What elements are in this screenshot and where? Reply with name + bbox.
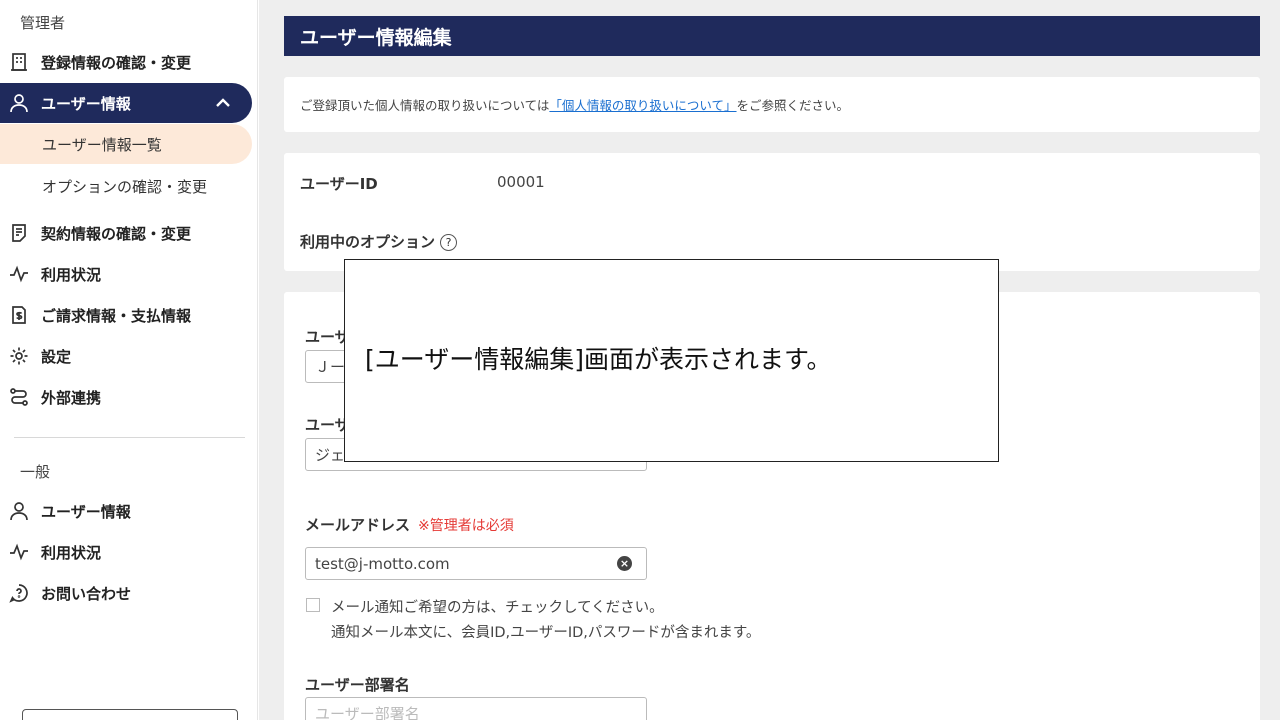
email-notify-checkbox[interactable] — [306, 598, 320, 612]
sidebar-item-settings[interactable]: 設定 — [0, 336, 252, 376]
email-required-note: ※管理者は必須 — [418, 518, 514, 534]
sidebar-item-billing[interactable]: ご請求情報・支払情報 — [0, 295, 252, 335]
field2-label: ユーザ — [305, 416, 350, 434]
gear-icon — [8, 345, 30, 367]
invoice-icon — [8, 304, 30, 326]
dept-label: ユーザー部署名 — [305, 676, 410, 694]
sidebar-item-user-info[interactable]: ユーザー情報 — [0, 83, 252, 123]
link-icon — [8, 386, 30, 408]
building-icon — [8, 51, 30, 73]
sidebar-item-label: 設定 — [41, 347, 72, 366]
sidebar-item-general-user-info[interactable]: ユーザー情報 — [0, 491, 252, 531]
sidebar-item-integration[interactable]: 外部連携 — [0, 377, 252, 417]
privacy-policy-link[interactable]: 「個人情報の取り扱いについて」 — [549, 95, 736, 114]
sidebar-item-label: 登録情報の確認・変更 — [41, 53, 192, 72]
notify-text-line2: 通知メール本文に、会員ID,ユーザーID,パスワードが含まれます。 — [331, 625, 761, 641]
sidebar: 管理者 登録情報の確認・変更 ユーザー情報 ユーザー情報一覧 オプションの確認・… — [0, 0, 258, 720]
sidebar-item-label: ご請求情報・支払情報 — [41, 306, 192, 325]
sidebar-subitem-options[interactable]: オプションの確認・変更 — [0, 166, 252, 206]
help-icon[interactable]: ? — [440, 234, 458, 251]
field1-label: ユーザ — [305, 328, 350, 346]
user-info-card: ユーザーID 00001 利用中のオプション? — [284, 153, 1260, 271]
sidebar-item-label: 利用状況 — [41, 265, 102, 284]
sidebar-item-label: ユーザー情報 — [41, 502, 131, 521]
sidebar-subitem-user-list[interactable]: ユーザー情報一覧 — [0, 124, 252, 164]
notice-suffix: をご参照ください。 — [736, 98, 850, 113]
general-section-label: 一般 — [20, 463, 51, 481]
sidebar-item-registration[interactable]: 登録情報の確認・変更 — [0, 42, 252, 82]
sidebar-bottom-button[interactable] — [22, 709, 238, 720]
sidebar-divider — [14, 437, 245, 438]
admin-section-label: 管理者 — [20, 14, 66, 32]
email-field[interactable]: test@j-motto.com × — [305, 547, 647, 580]
notify-text-line1: メール通知ご希望の方は、チェックしてください。 — [331, 600, 664, 616]
document-icon — [8, 222, 30, 244]
sidebar-item-label: ユーザー情報 — [41, 94, 131, 113]
sidebar-item-label: 契約情報の確認・変更 — [41, 224, 192, 243]
user-icon — [8, 92, 30, 114]
dept-input[interactable]: ユーザー部署名 — [305, 697, 647, 720]
email-label: メールアドレス ※管理者は必須 — [305, 514, 514, 535]
privacy-notice: ご登録頂いた個人情報の取り扱いについては 「個人情報の取り扱いについて」 をご参… — [284, 77, 1260, 132]
email-label-text: メールアドレス — [305, 516, 411, 534]
sidebar-item-general-usage[interactable]: 利用状況 — [0, 532, 252, 572]
sidebar-item-label: お問い合わせ — [41, 584, 132, 603]
page-title: ユーザー情報編集 — [284, 16, 1260, 56]
sidebar-item-contract[interactable]: 契約情報の確認・変更 — [0, 213, 252, 253]
annotation-text: [ユーザー情報編集]画面が表示されます。 — [365, 345, 832, 374]
activity-icon — [8, 263, 30, 285]
options-label: 利用中のオプション? — [300, 231, 458, 252]
chevron-up-icon[interactable] — [214, 94, 232, 112]
sidebar-item-usage[interactable]: 利用状況 — [0, 254, 252, 294]
user-id-value: 00001 — [497, 173, 545, 191]
sidebar-item-contact[interactable]: お問い合わせ — [0, 573, 252, 613]
annotation-box: [ユーザー情報編集]画面が表示されます。 — [344, 259, 999, 462]
user-icon — [8, 500, 30, 522]
notice-prefix: ご登録頂いた個人情報の取り扱いについては — [300, 98, 550, 113]
email-value: test@j-motto.com — [315, 554, 450, 573]
activity-icon — [8, 541, 30, 563]
sidebar-item-label: 利用状況 — [41, 543, 102, 562]
sidebar-item-label: 外部連携 — [41, 388, 102, 407]
chat-question-icon — [8, 582, 30, 604]
clear-icon[interactable]: × — [617, 556, 632, 571]
options-label-text: 利用中のオプション — [300, 233, 436, 251]
user-id-label: ユーザーID — [300, 175, 378, 193]
